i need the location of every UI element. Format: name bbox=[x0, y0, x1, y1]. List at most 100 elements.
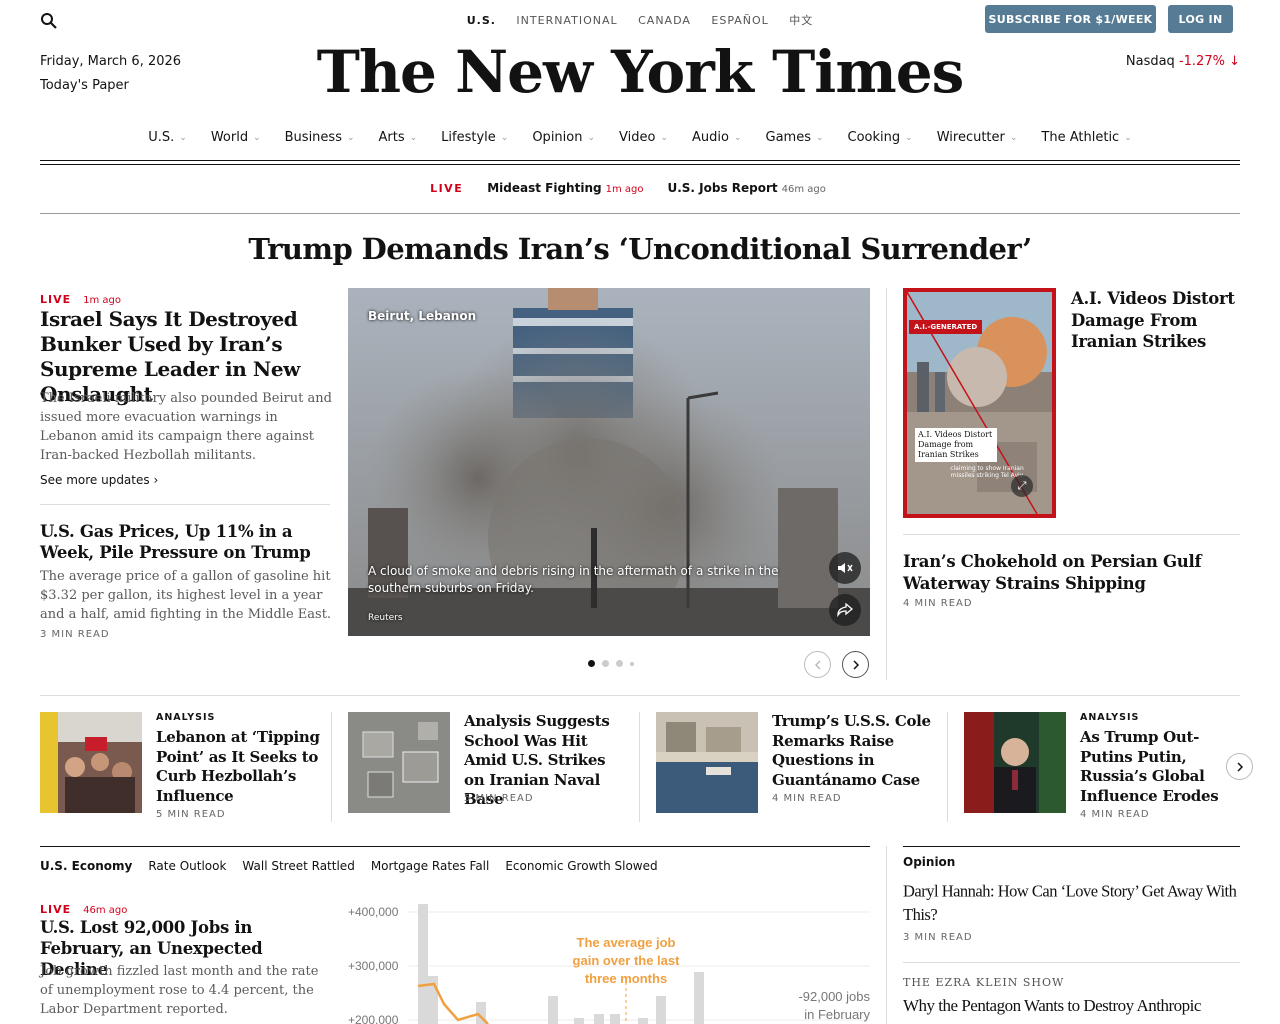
divider bbox=[40, 695, 1240, 696]
jobs-chart[interactable]: +400,000 +300,000 +200,000 The average job g… bbox=[348, 896, 870, 1024]
divider bbox=[40, 164, 1240, 165]
story-thumbnail[interactable] bbox=[964, 712, 1066, 813]
edition-espanol[interactable]: ESPAÑOL bbox=[711, 14, 768, 27]
section-nav: U.S. ⌄ World ⌄ Business ⌄ Arts ⌄ Lifestyle ⌄ Opini… bbox=[0, 130, 1280, 145]
expand-icon[interactable]: ⤢ bbox=[1011, 475, 1033, 497]
nav-item-label: Arts bbox=[378, 130, 405, 145]
divider bbox=[903, 846, 1240, 847]
market-name: Nasdaq bbox=[1125, 54, 1175, 69]
gas-headline[interactable]: U.S. Gas Prices, Up 11% in a Week, Pile … bbox=[40, 521, 332, 563]
nav-item-label: Wirecutter bbox=[936, 130, 1005, 145]
carousel-dot[interactable] bbox=[588, 660, 595, 667]
nav-item-u-s[interactable]: U.S. ⌄ bbox=[148, 130, 187, 145]
nav-item-games[interactable]: Games ⌄ bbox=[766, 130, 824, 145]
market-ticker[interactable]: Nasdaq -1.27% ↓ bbox=[1126, 54, 1240, 69]
column-divider bbox=[639, 712, 640, 822]
jobs-live-status: LIVE 46m ago bbox=[40, 898, 127, 917]
story-thumbnail[interactable] bbox=[656, 712, 758, 813]
divider bbox=[40, 160, 1240, 161]
story-thumbnail[interactable] bbox=[348, 712, 450, 813]
carousel-dot[interactable] bbox=[630, 661, 634, 666]
mute-icon[interactable] bbox=[829, 552, 861, 584]
chevron-right-icon bbox=[852, 659, 859, 670]
subnav-link[interactable]: Economic Growth Slowed bbox=[505, 859, 657, 873]
carousel-prev-button[interactable] bbox=[804, 651, 831, 678]
ai-video-headline[interactable]: A.I. Videos Distort Damage From Iranian … bbox=[1071, 288, 1241, 353]
gas-summary[interactable]: The average price of a gallon of gasolin… bbox=[40, 567, 332, 624]
nav-item-label: Lifestyle bbox=[441, 130, 496, 145]
masthead-logo[interactable]: The New York Times bbox=[0, 38, 1280, 106]
share-icon[interactable] bbox=[829, 594, 861, 626]
subscribe-button[interactable]: SUBSCRIBE FOR $1/WEEK bbox=[985, 5, 1156, 33]
chevron-right-icon bbox=[1236, 761, 1243, 772]
choke-headline[interactable]: Iran’s Chokehold on Persian Gulf Waterwa… bbox=[903, 551, 1240, 594]
nav-item-arts[interactable]: Arts ⌄ bbox=[379, 130, 418, 145]
nav-item-label: Business bbox=[284, 130, 342, 145]
photo-credit: Reuters bbox=[368, 613, 403, 623]
ai-video-thumbnail[interactable]: A.I.-GENERATED A.I. Videos Distort Damag… bbox=[903, 288, 1056, 518]
nav-item-label: World bbox=[210, 130, 249, 145]
carousel-dots bbox=[588, 660, 641, 667]
section-link-us-economy[interactable]: U.S. Economy bbox=[40, 859, 132, 873]
timestamp: 46m ago bbox=[83, 905, 128, 916]
login-button[interactable]: LOG IN bbox=[1168, 5, 1233, 33]
chevron-down-icon: ⌄ bbox=[409, 132, 418, 143]
edition-us[interactable]: U.S. bbox=[467, 14, 496, 27]
show-label[interactable]: THE EZRA KLEIN SHOW bbox=[903, 976, 1064, 989]
chevron-down-icon: ⌄ bbox=[500, 132, 509, 143]
photo-caption: A cloud of smoke and debris rising in th… bbox=[368, 564, 779, 595]
story-thumbnail[interactable] bbox=[40, 712, 142, 813]
see-more-updates-link[interactable]: See more updates › bbox=[40, 473, 158, 487]
edition-international[interactable]: INTERNATIONAL bbox=[516, 14, 617, 27]
nav-item-audio[interactable]: Audio ⌄ bbox=[692, 130, 742, 145]
subnav-link[interactable]: Mortgage Rates Fall bbox=[371, 859, 490, 873]
nav-item-world[interactable]: World ⌄ bbox=[211, 130, 261, 145]
read-time: 5 MIN READ bbox=[464, 793, 534, 804]
chevron-down-icon: ⌄ bbox=[815, 132, 824, 143]
y-tick-label: +300,000 bbox=[348, 959, 399, 973]
nav-item-video[interactable]: Video ⌄ bbox=[619, 130, 668, 145]
lead-live-status: LIVE 1m ago bbox=[40, 288, 121, 307]
economy-subnav: U.S. Economy Rate Outlook Wall Street Ra… bbox=[40, 859, 674, 873]
chevron-down-icon: ⌄ bbox=[1124, 132, 1132, 143]
story-kicker: ANALYSIS bbox=[1080, 712, 1140, 723]
carousel-next-button[interactable] bbox=[842, 651, 869, 678]
nav-item-opinion[interactable]: Opinion ⌄ bbox=[532, 130, 595, 145]
story-headline[interactable]: Trump’s U.S.S. Cole Remarks Raise Questi… bbox=[772, 712, 937, 790]
market-change: -1.27% bbox=[1178, 54, 1225, 69]
opinion-label[interactable]: Opinion bbox=[903, 855, 955, 869]
story-headline[interactable]: As Trump Out-Putins Putin, Russia’s Glob… bbox=[1080, 728, 1220, 806]
live-link-jobs[interactable]: U.S. Jobs Report bbox=[667, 181, 777, 195]
subnav-link[interactable]: Rate Outlook bbox=[148, 859, 226, 873]
divider bbox=[40, 213, 1240, 214]
lead-summary[interactable]: The Israeli military also pounded Beirut… bbox=[40, 389, 332, 465]
nav-item-cooking[interactable]: Cooking ⌄ bbox=[848, 130, 913, 145]
top-headline[interactable]: Trump Demands Iran’s ‘Unconditional Surr… bbox=[0, 232, 1280, 266]
live-link-mideast[interactable]: Mideast Fighting bbox=[487, 181, 601, 195]
opinion-headline[interactable]: Daryl Hannah: How Can ‘Love Story’ Get A… bbox=[903, 880, 1240, 926]
show-headline[interactable]: Why the Pentagon Wants to Destroy Anthro… bbox=[903, 995, 1240, 1017]
story-headline[interactable]: Lebanon at ‘Tipping Point’ as It Seeks t… bbox=[156, 728, 321, 806]
nav-item-label: Cooking bbox=[847, 130, 901, 145]
nav-item-wirecutter[interactable]: Wirecutter ⌄ bbox=[937, 130, 1018, 145]
down-arrow-icon: ↓ bbox=[1229, 54, 1240, 69]
nav-item-business[interactable]: Business ⌄ bbox=[285, 130, 355, 145]
live-time: 46m ago bbox=[781, 184, 826, 195]
subnav-link[interactable]: Wall Street Rattled bbox=[242, 859, 354, 873]
jobs-summary[interactable]: Job growth fizzled last month and the ra… bbox=[40, 962, 332, 1019]
column-divider bbox=[947, 712, 948, 822]
nav-item-the-athletic[interactable]: The Athletic ⌄ bbox=[1041, 130, 1131, 145]
read-time: 4 MIN READ bbox=[903, 598, 973, 609]
edition-chinese[interactable]: 中文 bbox=[789, 14, 813, 27]
read-time: 4 MIN READ bbox=[1080, 809, 1150, 820]
nav-item-label: Opinion bbox=[532, 130, 583, 145]
timestamp: 1m ago bbox=[83, 295, 122, 306]
nav-item-lifestyle[interactable]: Lifestyle ⌄ bbox=[441, 130, 508, 145]
chevron-down-icon: ⌄ bbox=[179, 132, 187, 143]
chevron-down-icon: ⌄ bbox=[587, 132, 596, 143]
carousel-dot[interactable] bbox=[616, 660, 623, 667]
carousel-dot[interactable] bbox=[602, 660, 609, 667]
row-next-button[interactable] bbox=[1226, 753, 1253, 780]
nav-item-label: Audio bbox=[692, 130, 729, 145]
edition-canada[interactable]: CANADA bbox=[638, 14, 691, 27]
